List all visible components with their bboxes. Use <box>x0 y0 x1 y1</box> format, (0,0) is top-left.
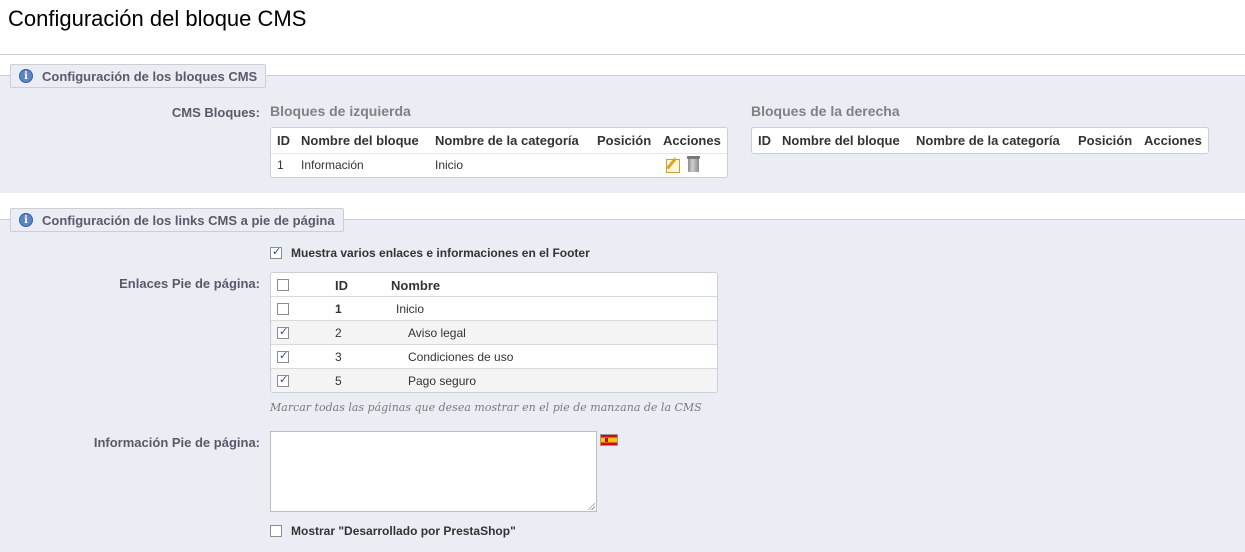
col-category-name: Nombre de la categoría <box>435 133 579 148</box>
footer-links-label: Enlaces Pie de página: <box>119 276 260 291</box>
show-footer-checkbox[interactable] <box>270 245 282 259</box>
page-title: Configuración del bloque CMS <box>8 6 307 31</box>
col-actions: Acciones <box>1144 133 1202 148</box>
left-blocks-table: ID Nombre del bloque Nombre de la catego… <box>270 127 728 178</box>
footer-links-table: ID Nombre 1 Inicio 2 Aviso legal 3 Condi… <box>270 272 718 393</box>
table-row[interactable]: 2 Aviso legal <box>271 321 717 345</box>
powered-by-label: Mostrar "Desarrollado por PrestaShop" <box>291 524 516 538</box>
left-blocks-heading: Bloques de izquierda <box>270 103 411 119</box>
row-id: 5 <box>335 374 342 388</box>
footer-links-hint: Marcar todas las páginas que desea mostr… <box>270 401 702 414</box>
title-divider <box>0 54 1245 55</box>
row-name: Aviso legal <box>408 326 466 340</box>
right-blocks-table-header: ID Nombre del bloque Nombre de la catego… <box>752 128 1208 153</box>
row-id: 2 <box>335 326 342 340</box>
info-icon: i <box>19 69 33 83</box>
row-id: 3 <box>335 350 342 364</box>
col-category-name: Nombre de la categoría <box>916 133 1060 148</box>
table-row[interactable]: 5 Pago seguro <box>271 369 717 392</box>
col-id: ID <box>335 278 348 293</box>
row-checkbox[interactable] <box>277 303 289 315</box>
select-all-checkbox[interactable] <box>277 279 289 291</box>
row-name: Inicio <box>396 302 425 316</box>
cms-blocks-label: CMS Bloques: <box>171 105 260 120</box>
row-checkbox[interactable] <box>277 349 289 363</box>
show-footer-label: Muestra varios enlaces e informaciones e… <box>291 246 590 260</box>
table-row[interactable]: 1 Inicio <box>271 297 717 321</box>
footer-info-label: Información Pie de página: <box>93 435 260 450</box>
col-id: ID <box>277 133 290 148</box>
cms-blocks-legend-text: Configuración de los bloques CMS <box>42 68 258 84</box>
col-actions: Acciones <box>663 133 721 148</box>
row-checkbox[interactable] <box>277 325 289 339</box>
row-checkbox[interactable] <box>277 373 289 387</box>
show-footer-option: Muestra varios enlaces e informaciones e… <box>270 245 590 260</box>
col-block-name: Nombre del bloque <box>782 133 900 148</box>
row-block-name: Información <box>301 158 364 172</box>
row-name: Condiciones de uso <box>408 350 514 364</box>
spain-flag-icon[interactable] <box>600 434 618 446</box>
left-blocks-table-header: ID Nombre del bloque Nombre de la catego… <box>271 128 727 153</box>
trash-icon[interactable] <box>687 156 700 172</box>
row-id: 1 <box>335 302 342 316</box>
row-category-name: Inicio <box>435 158 464 172</box>
footer-info-textarea[interactable] <box>270 431 597 512</box>
col-name: Nombre <box>391 278 441 293</box>
cms-blocks-legend: i Configuración de los bloques CMS <box>10 64 267 88</box>
table-row[interactable]: 3 Condiciones de uso <box>271 345 717 369</box>
resize-grip-icon[interactable] <box>587 502 595 510</box>
powered-by-option: Mostrar "Desarrollado por PrestaShop" <box>270 524 516 538</box>
footer-links-legend-text: Configuración de los links CMS a pie de … <box>42 212 335 228</box>
edit-icon[interactable] <box>665 158 680 173</box>
col-position: Posición <box>597 133 652 148</box>
col-position: Posición <box>1078 133 1133 148</box>
right-blocks-heading: Bloques de la derecha <box>751 103 900 119</box>
footer-links-header: ID Nombre <box>271 273 717 297</box>
col-block-name: Nombre del bloque <box>301 133 419 148</box>
powered-by-checkbox[interactable] <box>270 525 282 537</box>
table-row: 1 Información Inicio <box>271 153 727 176</box>
col-id: ID <box>758 133 771 148</box>
row-id: 1 <box>277 158 284 172</box>
row-name: Pago seguro <box>408 374 477 388</box>
footer-links-legend: i Configuración de los links CMS a pie d… <box>10 208 344 232</box>
info-icon: i <box>19 213 33 227</box>
right-blocks-table: ID Nombre del bloque Nombre de la catego… <box>751 127 1209 154</box>
row-actions <box>657 156 700 173</box>
